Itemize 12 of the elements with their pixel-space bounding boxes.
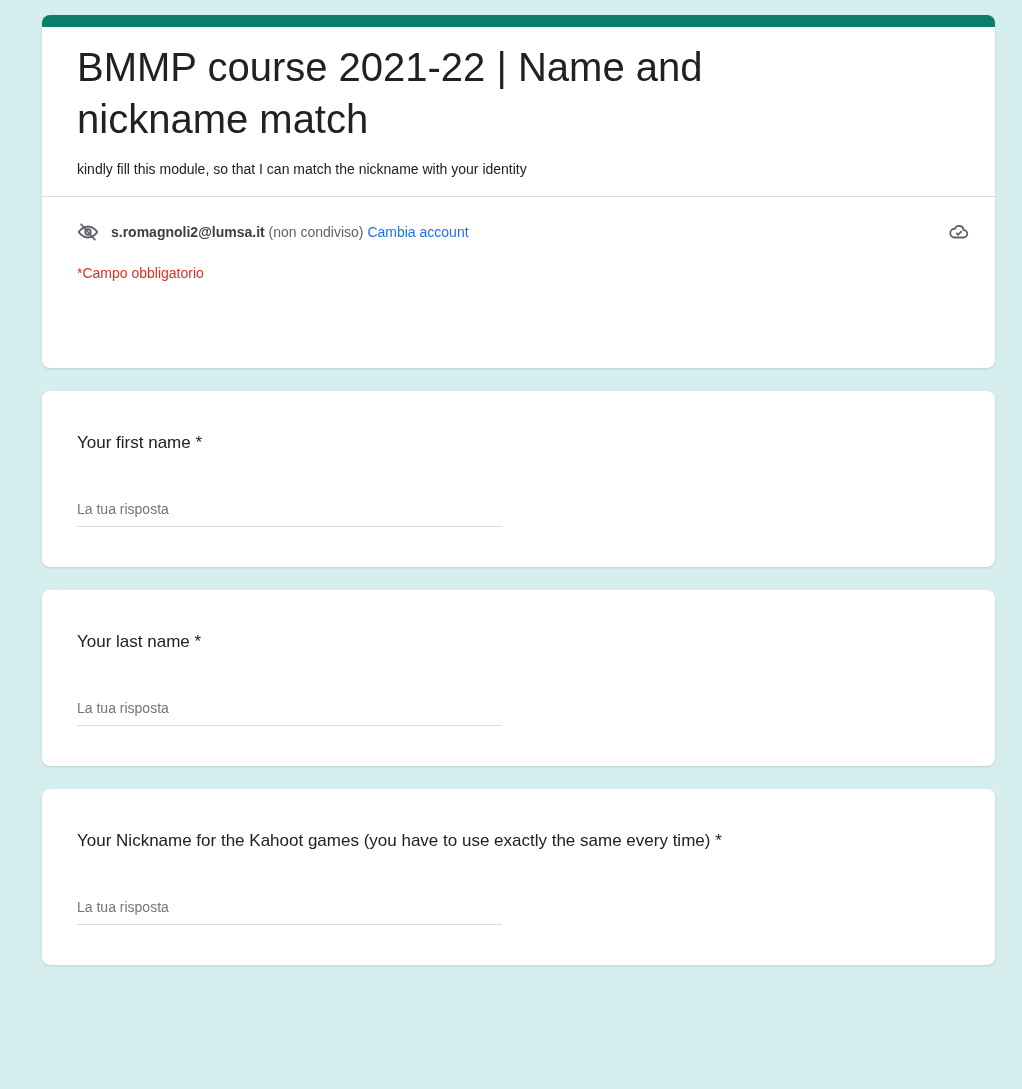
answer-field[interactable]: La tua risposta xyxy=(77,499,502,527)
account-info: s.romagnoli2@lumsa.it (non condiviso) Cambia account xyxy=(111,222,469,242)
question-label: Your last name * xyxy=(77,631,203,653)
form-description: kindly fill this module, so that I can match the nickname with your identity xyxy=(77,160,528,179)
question-label: Your first name * xyxy=(77,432,204,454)
form-title: BMMP course 2021-22 | Name and nickname match xyxy=(77,44,704,143)
required-note: *Campo obbligatorio xyxy=(77,264,205,283)
answer-field[interactable]: La tua risposta xyxy=(77,897,502,925)
answer-field[interactable]: La tua risposta xyxy=(77,698,502,726)
eye-off-icon xyxy=(77,221,99,243)
question-label: Your Nickname for the Kahoot games (you have to use exactly the same every time) * xyxy=(77,830,723,852)
switch-account-link[interactable]: Cambia account xyxy=(367,223,469,240)
